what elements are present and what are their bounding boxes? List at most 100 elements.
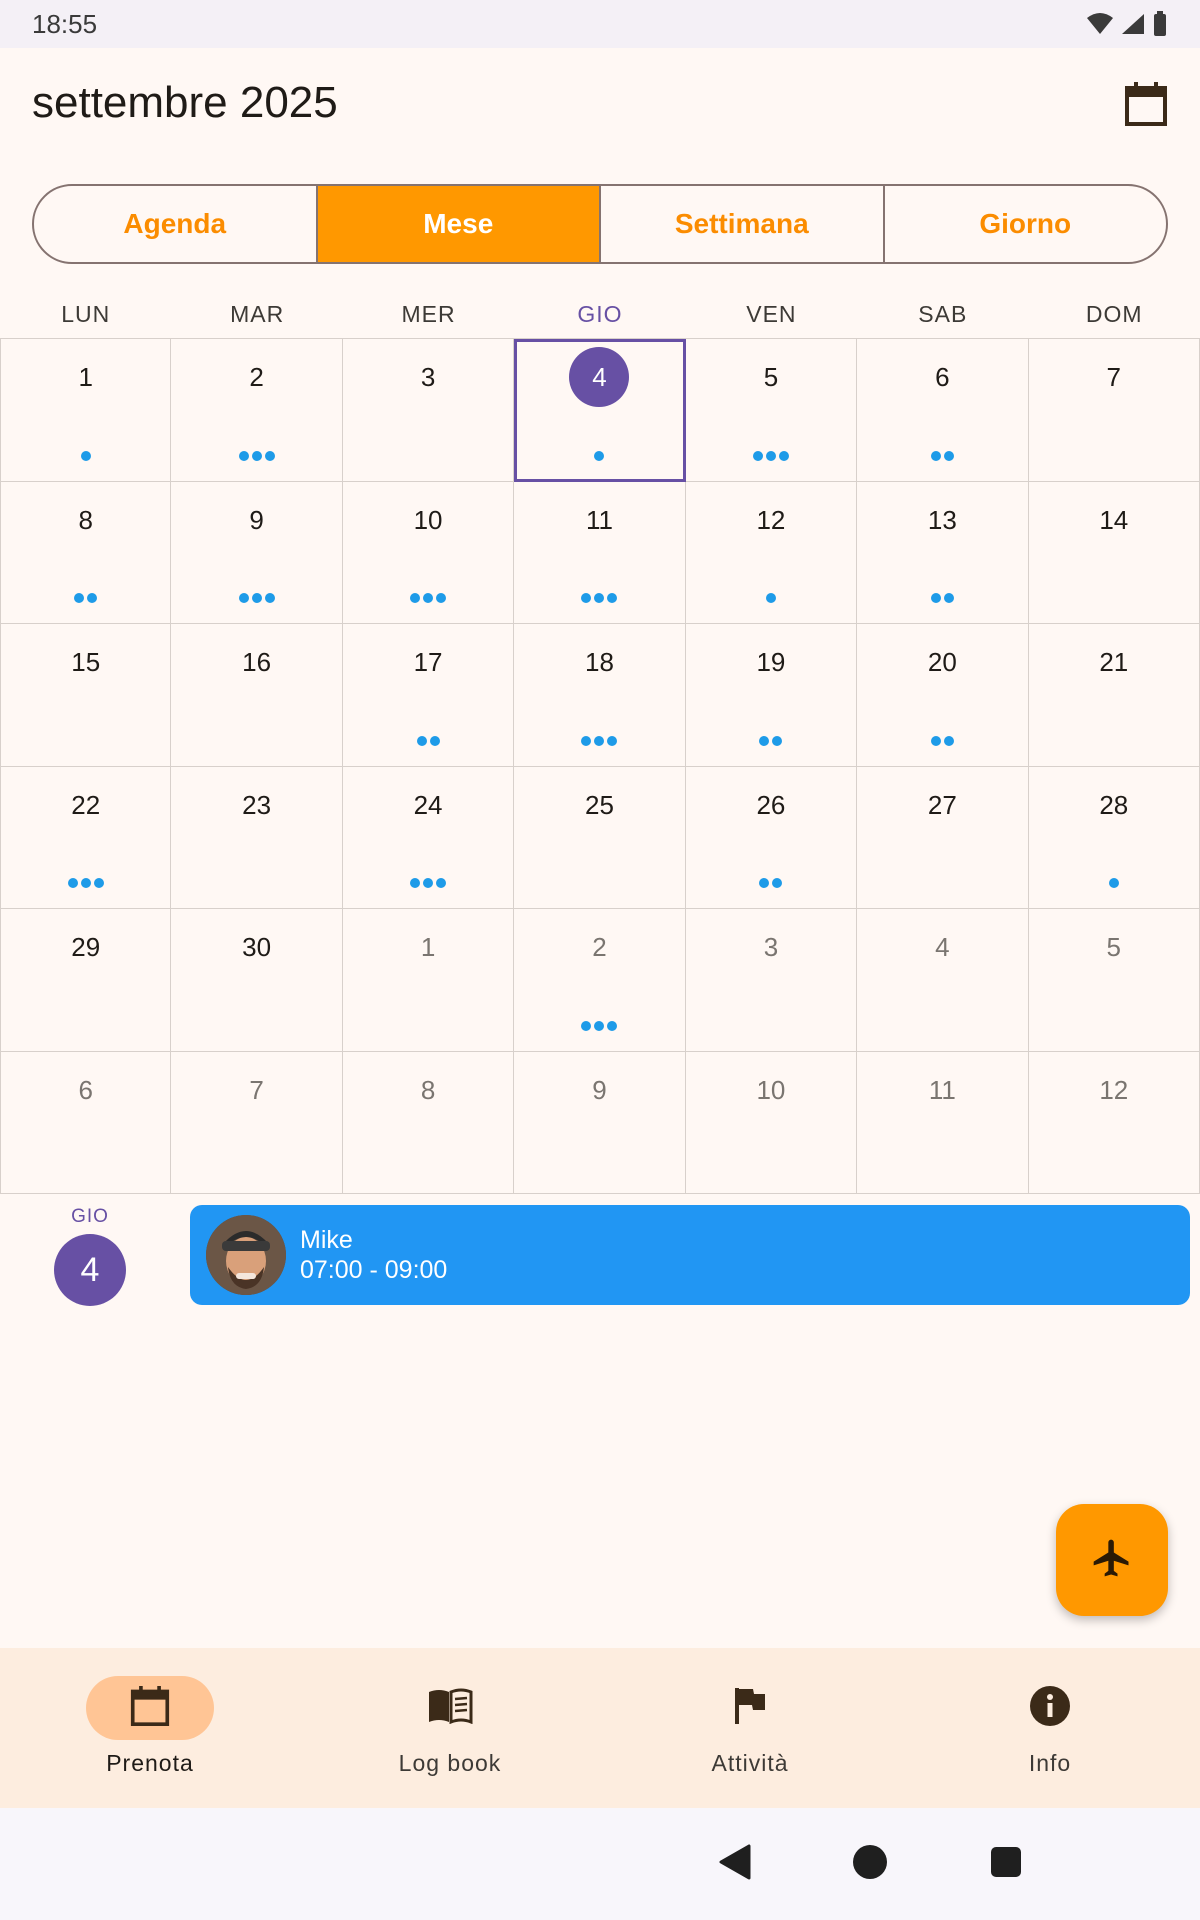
- day-cell[interactable]: 2: [514, 909, 686, 1052]
- nav-info[interactable]: Info: [900, 1648, 1200, 1808]
- event-dots: [514, 1020, 684, 1031]
- nav-prenota[interactable]: Prenota: [0, 1648, 300, 1808]
- app-header: settembre 2025: [0, 48, 1200, 158]
- tab-mese[interactable]: Mese: [317, 186, 601, 262]
- day-cell[interactable]: 13: [857, 481, 1029, 624]
- event-dot: [759, 735, 770, 746]
- day-number: 12: [686, 500, 856, 556]
- event-dot: [416, 735, 427, 746]
- day-number-text: 12: [1099, 1074, 1129, 1105]
- day-cell[interactable]: 2: [171, 339, 343, 482]
- event-dots: [857, 593, 1027, 603]
- day-cell[interactable]: 12: [1028, 1051, 1200, 1194]
- day-number: 6: [857, 357, 1027, 413]
- day-number: 2: [514, 927, 684, 983]
- day-number-text: 25: [585, 789, 614, 820]
- event-dots: [686, 593, 856, 603]
- day-cell[interactable]: 8: [342, 1051, 515, 1194]
- day-cell[interactable]: 4: [514, 339, 686, 482]
- day-cell[interactable]: 1: [342, 909, 515, 1052]
- day-number-text: 8: [420, 1074, 436, 1105]
- tab-settimana[interactable]: Settimana: [601, 186, 885, 262]
- day-number-text: 17: [413, 647, 443, 677]
- day-cell[interactable]: 5: [1028, 909, 1200, 1052]
- back-button[interactable]: [712, 1842, 756, 1886]
- day-number-text: 18: [585, 647, 614, 677]
- event-dot: [251, 450, 262, 461]
- event-dots: [686, 735, 856, 746]
- day-cell[interactable]: 28: [1028, 766, 1200, 909]
- day-cell[interactable]: 27: [857, 766, 1029, 909]
- day-cell[interactable]: 19: [685, 624, 858, 767]
- day-cell[interactable]: 4: [857, 909, 1029, 1052]
- day-number-text: 21: [1099, 647, 1129, 677]
- day-number: 25: [514, 785, 684, 841]
- day-cell[interactable]: 5: [685, 339, 858, 482]
- day-cell[interactable]: 30: [171, 909, 343, 1052]
- date-picker-button[interactable]: [1118, 78, 1174, 134]
- day-cell[interactable]: 7: [171, 1051, 343, 1194]
- day-number-text: 9: [592, 1074, 607, 1105]
- day-number: 5: [1029, 927, 1199, 983]
- day-cell[interactable]: 9: [171, 481, 343, 624]
- day-number: 27: [857, 785, 1027, 841]
- day-number-text: 27: [927, 789, 957, 820]
- day-cell[interactable]: 24: [342, 766, 515, 909]
- day-cell[interactable]: 20: [857, 624, 1029, 767]
- day-cell[interactable]: 23: [171, 766, 343, 909]
- event-card[interactable]: Mike 07:00 - 09:00: [190, 1205, 1190, 1305]
- day-cell[interactable]: 15: [0, 624, 172, 767]
- event-dot: [423, 878, 434, 888]
- month-grid: 1 2 3 4 5 6 7 8 9 10 11 12 13 14 15 16 17 18 19 20 21 22 23 24 2…: [0, 338, 1200, 1194]
- day-cell[interactable]: 8: [0, 481, 172, 624]
- day-number: 10: [343, 500, 513, 556]
- weekday-label: MER: [401, 301, 456, 327]
- day-cell[interactable]: 6: [0, 1051, 172, 1194]
- recents-button[interactable]: [984, 1842, 1028, 1886]
- day-cell[interactable]: 10: [685, 1051, 858, 1194]
- day-cell[interactable]: 21: [1028, 624, 1200, 767]
- day-number: 18: [514, 642, 684, 698]
- event-dots: [343, 878, 513, 888]
- day-cell[interactable]: 25: [514, 766, 686, 909]
- day-cell[interactable]: 26: [685, 766, 858, 909]
- weekday-label: DOM: [1085, 301, 1143, 327]
- day-number: 24: [343, 785, 513, 841]
- day-cell[interactable]: 9: [514, 1051, 686, 1194]
- day-cell[interactable]: 18: [514, 624, 686, 767]
- day-cell[interactable]: 1: [0, 339, 172, 482]
- day-cell[interactable]: 22: [0, 766, 172, 909]
- event-dot: [594, 450, 605, 461]
- day-cell[interactable]: 11: [857, 1051, 1029, 1194]
- airplane-icon: [1090, 1536, 1134, 1584]
- day-cell[interactable]: 16: [171, 624, 343, 767]
- day-number: 10: [686, 1070, 856, 1126]
- day-cell[interactable]: 10: [342, 481, 515, 624]
- day-number-text: 23: [242, 789, 272, 820]
- event-dots: [514, 735, 684, 746]
- day-number-text: 10: [756, 1074, 786, 1105]
- event-time: 07:00 - 09:00: [300, 1256, 448, 1284]
- day-cell[interactable]: 17: [342, 624, 515, 767]
- nav-attivita[interactable]: Attività: [600, 1648, 900, 1808]
- day-number-text: 1: [420, 932, 436, 962]
- day-cell[interactable]: 29: [0, 909, 172, 1052]
- day-cell[interactable]: 12: [685, 481, 858, 624]
- day-number: 13: [857, 500, 1027, 556]
- day-cell[interactable]: 7: [1028, 339, 1200, 482]
- day-cell[interactable]: 3: [342, 339, 515, 482]
- weekday-label: LUN: [61, 301, 111, 327]
- nav-log-book[interactable]: Log book: [300, 1648, 600, 1808]
- new-flight-button[interactable]: [1056, 1504, 1168, 1616]
- status-time: 18:55: [32, 8, 98, 39]
- tab-agenda[interactable]: Agenda: [34, 186, 318, 262]
- day-cell[interactable]: 3: [685, 909, 858, 1052]
- day-cell[interactable]: 14: [1028, 481, 1200, 624]
- home-button[interactable]: [848, 1842, 892, 1886]
- calendar-icon: [1124, 81, 1168, 131]
- event-dot: [410, 878, 421, 888]
- tab-giorno[interactable]: Giorno: [885, 186, 1167, 262]
- day-cell[interactable]: 11: [514, 481, 686, 624]
- event-dot: [80, 450, 91, 461]
- day-cell[interactable]: 6: [857, 339, 1029, 482]
